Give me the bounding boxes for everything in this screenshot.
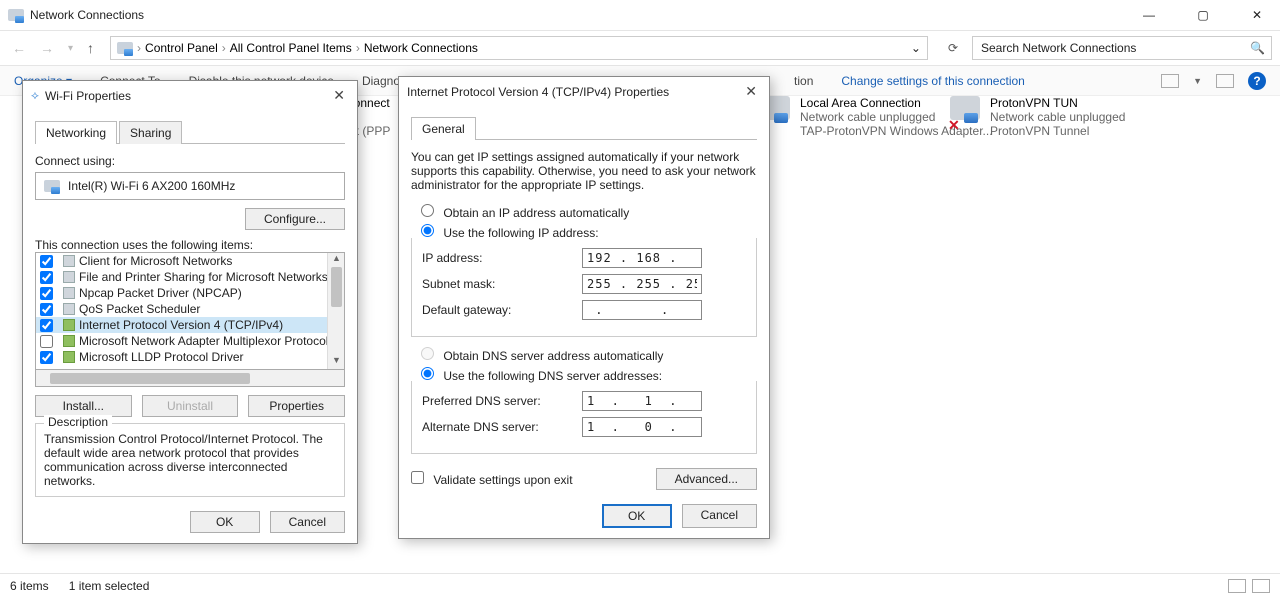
item-checkbox[interactable] bbox=[40, 303, 53, 316]
configure-button[interactable]: Configure... bbox=[245, 208, 345, 230]
conn-name: ProtonVPN TUN bbox=[990, 96, 1125, 110]
address-bar[interactable]: › Control Panel› All Control Panel Items… bbox=[110, 36, 928, 60]
adapter-icon bbox=[44, 178, 60, 194]
ok-button[interactable]: OK bbox=[190, 511, 260, 533]
gateway-input[interactable] bbox=[582, 300, 702, 320]
ipv4-properties-dialog: Internet Protocol Version 4 (TCP/IPv4) P… bbox=[398, 76, 770, 539]
item-label: Microsoft LLDP Protocol Driver bbox=[79, 350, 244, 364]
tab-general[interactable]: General bbox=[411, 117, 476, 140]
ok-button[interactable]: OK bbox=[602, 504, 672, 528]
radio-auto-ip[interactable]: Obtain an IP address automatically bbox=[421, 206, 629, 220]
view-options[interactable] bbox=[1161, 74, 1179, 88]
item-checkbox[interactable] bbox=[40, 319, 53, 332]
uninstall-button: Uninstall bbox=[142, 395, 239, 417]
item-label: Microsoft Network Adapter Multiplexor Pr… bbox=[79, 334, 328, 348]
adapter-name: Intel(R) Wi-Fi 6 AX200 160MHz bbox=[68, 179, 235, 193]
item-label: Internet Protocol Version 4 (TCP/IPv4) bbox=[79, 318, 283, 332]
item-label: Npcap Packet Driver (NPCAP) bbox=[79, 286, 242, 300]
protocol-icon bbox=[63, 271, 75, 283]
connect-using-label: Connect using: bbox=[35, 154, 345, 168]
ip-address-input[interactable] bbox=[582, 248, 702, 268]
explorer-nav: ← → ▾ ↑ › Control Panel› All Control Pan… bbox=[0, 30, 1280, 66]
address-dropdown[interactable]: ⌄ bbox=[911, 41, 921, 55]
cancel-button[interactable]: Cancel bbox=[270, 511, 345, 533]
item-checkbox[interactable] bbox=[40, 287, 53, 300]
status-count: 6 items bbox=[10, 579, 49, 593]
wifi-icon: ⟡ bbox=[31, 88, 39, 103]
status-bar: 6 items 1 item selected bbox=[0, 573, 1280, 597]
close-icon[interactable]: ✕ bbox=[741, 83, 761, 100]
change-settings[interactable]: Change settings of this connection bbox=[841, 74, 1024, 88]
cancel-button[interactable]: Cancel bbox=[682, 504, 757, 528]
titlebar: Network Connections — ▢ ✕ bbox=[0, 0, 1280, 30]
window-title: Network Connections bbox=[30, 8, 144, 22]
protocol-icon bbox=[63, 319, 75, 331]
list-item[interactable]: Client for Microsoft Networks bbox=[36, 253, 344, 269]
item-label: File and Printer Sharing for Microsoft N… bbox=[79, 270, 328, 284]
breadcrumb[interactable]: All Control Panel Items bbox=[230, 41, 352, 55]
breadcrumb[interactable]: Control Panel bbox=[145, 41, 218, 55]
protocol-icon bbox=[63, 287, 75, 299]
list-item[interactable]: Microsoft LLDP Protocol Driver bbox=[36, 349, 344, 365]
preview-pane[interactable] bbox=[1216, 74, 1234, 88]
description-text: Transmission Control Protocol/Internet P… bbox=[44, 432, 336, 488]
minimize-button[interactable]: — bbox=[1134, 8, 1164, 22]
protocol-icon bbox=[63, 303, 75, 315]
protocol-icon bbox=[63, 255, 75, 267]
search-box[interactable]: Search Network Connections 🔍 bbox=[972, 36, 1272, 60]
item-label: Client for Microsoft Networks bbox=[79, 254, 232, 268]
list-item[interactable]: Microsoft Network Adapter Multiplexor Pr… bbox=[36, 333, 344, 349]
item-checkbox[interactable] bbox=[40, 335, 53, 348]
refresh-button[interactable]: ⟳ bbox=[940, 37, 966, 59]
item-checkbox[interactable] bbox=[40, 271, 53, 284]
back-button[interactable]: ← bbox=[8, 36, 30, 60]
help-button[interactable]: ? bbox=[1248, 72, 1266, 90]
window-icon bbox=[8, 7, 24, 23]
properties-button[interactable]: Properties bbox=[248, 395, 345, 417]
radio-auto-dns: Obtain DNS server address automatically bbox=[421, 349, 663, 363]
large-view-icon[interactable] bbox=[1252, 579, 1270, 593]
description-box: Description Transmission Control Protoco… bbox=[35, 423, 345, 497]
search-icon: 🔍 bbox=[1250, 41, 1265, 55]
protocol-icon bbox=[63, 335, 75, 347]
forward-button[interactable]: → bbox=[36, 36, 58, 60]
components-list[interactable]: Client for Microsoft Networks File and Pr… bbox=[35, 252, 345, 370]
validate-checkbox[interactable]: Validate settings upon exit bbox=[411, 471, 573, 487]
item-checkbox[interactable] bbox=[40, 255, 53, 268]
protocol-icon bbox=[63, 351, 75, 363]
ipv4-blurb: You can get IP settings assigned automat… bbox=[411, 150, 757, 192]
list-item[interactable]: Npcap Packet Driver (NPCAP) bbox=[36, 285, 344, 301]
alternate-dns-input[interactable] bbox=[582, 417, 702, 437]
preferred-dns-input[interactable] bbox=[582, 391, 702, 411]
maximize-button[interactable]: ▢ bbox=[1188, 8, 1218, 22]
item-checkbox[interactable] bbox=[40, 351, 53, 364]
connection-item[interactable]: ✕ ProtonVPN TUN Network cable unplugged … bbox=[950, 96, 1125, 138]
items-label: This connection uses the following items… bbox=[35, 238, 345, 252]
close-button[interactable]: ✕ bbox=[1242, 8, 1272, 22]
list-item[interactable]: Internet Protocol Version 4 (TCP/IPv4) bbox=[36, 317, 344, 333]
status-selection: 1 item selected bbox=[69, 579, 150, 593]
subnet-mask-input[interactable] bbox=[582, 274, 702, 294]
item-label: QoS Packet Scheduler bbox=[79, 302, 200, 316]
location-icon bbox=[117, 40, 133, 56]
dialog-title: Wi-Fi Properties bbox=[45, 89, 131, 103]
adapter-box: Intel(R) Wi-Fi 6 AX200 160MHz bbox=[35, 172, 345, 200]
h-scrollbar[interactable] bbox=[35, 370, 345, 387]
tab-sharing[interactable]: Sharing bbox=[119, 121, 182, 144]
install-button[interactable]: Install... bbox=[35, 395, 132, 417]
list-item[interactable]: File and Printer Sharing for Microsoft N… bbox=[36, 269, 344, 285]
error-icon: ✕ bbox=[948, 117, 960, 134]
advanced-button[interactable]: Advanced... bbox=[656, 468, 757, 490]
tab-networking[interactable]: Networking bbox=[35, 121, 117, 144]
breadcrumb[interactable]: Network Connections bbox=[364, 41, 478, 55]
recent-dropdown[interactable]: ▾ bbox=[64, 39, 77, 58]
list-item[interactable]: QoS Packet Scheduler bbox=[36, 301, 344, 317]
up-button[interactable]: ↑ bbox=[83, 36, 98, 60]
details-view-icon[interactable] bbox=[1228, 579, 1246, 593]
wifi-properties-dialog: ⟡ Wi-Fi Properties ✕ Networking Sharing … bbox=[22, 80, 358, 544]
dialog-title: Internet Protocol Version 4 (TCP/IPv4) P… bbox=[407, 85, 669, 99]
scrollbar[interactable]: ▲▼ bbox=[327, 253, 344, 369]
search-placeholder: Search Network Connections bbox=[981, 41, 1136, 55]
close-icon[interactable]: ✕ bbox=[329, 87, 349, 104]
